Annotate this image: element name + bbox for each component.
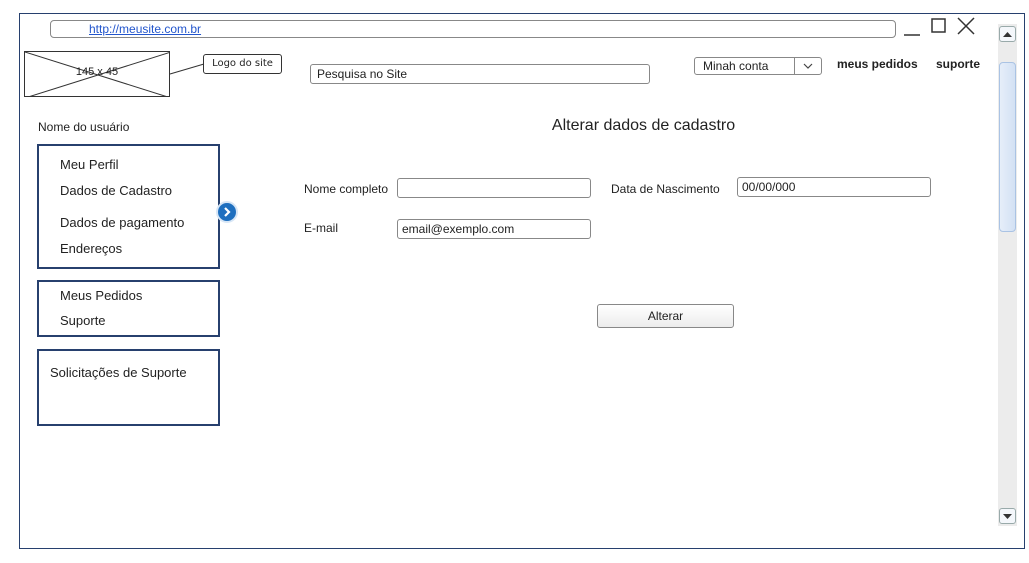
chevron-right-circle-icon[interactable]: [216, 201, 238, 223]
full-name-label: Nome completo: [304, 182, 389, 196]
my-orders-link[interactable]: meus pedidos: [837, 57, 918, 71]
sidebar-item-payment[interactable]: Dados de pagamento: [60, 215, 184, 230]
account-select[interactable]: Minah conta: [694, 57, 822, 75]
url-link[interactable]: http://meusite.com.br: [89, 22, 201, 36]
maximize-icon[interactable]: [931, 18, 946, 33]
sidebar-item-profile[interactable]: Meu Perfil: [60, 157, 119, 172]
page-title: Alterar dados de cadastro: [551, 117, 736, 134]
email-label: E-mail: [304, 221, 339, 235]
logo-size-label: 145 x 45: [75, 66, 119, 78]
full-name-field[interactable]: [397, 178, 591, 198]
scroll-down-button[interactable]: [999, 508, 1016, 524]
callout-pointer: [169, 63, 205, 75]
logo-callout: Logo do site: [203, 54, 282, 74]
scroll-up-button[interactable]: [999, 26, 1016, 42]
sidebar-menu-support-requests: [37, 349, 220, 426]
scrollbar-thumb[interactable]: [999, 62, 1016, 232]
sidebar-item-support[interactable]: Suporte: [60, 313, 106, 328]
search-input[interactable]: Pesquisa no Site: [310, 64, 650, 84]
sidebar-item-support-requests[interactable]: Solicitações de Suporte: [50, 365, 187, 380]
account-select-value: Minah conta: [703, 59, 769, 73]
birth-date-field[interactable]: 00/00/000: [737, 177, 931, 197]
submit-button[interactable]: Alterar: [597, 304, 734, 328]
chevron-down-icon[interactable]: [794, 58, 821, 74]
window-controls: [904, 17, 975, 36]
sidebar-item-addresses[interactable]: Endereços: [60, 241, 122, 256]
user-name: Nome do usuário: [38, 120, 130, 134]
email-field[interactable]: email@exemplo.com: [397, 219, 591, 239]
sidebar-item-orders[interactable]: Meus Pedidos: [60, 288, 142, 303]
sidebar-item-registration[interactable]: Dados de Cadastro: [60, 183, 172, 198]
close-icon[interactable]: [957, 17, 975, 35]
birth-date-label: Data de Nascimento: [611, 182, 720, 196]
support-link[interactable]: suporte: [936, 57, 980, 71]
url-bar[interactable]: http://meusite.com.br: [50, 20, 896, 38]
logo-placeholder: 145 x 45: [24, 51, 170, 97]
